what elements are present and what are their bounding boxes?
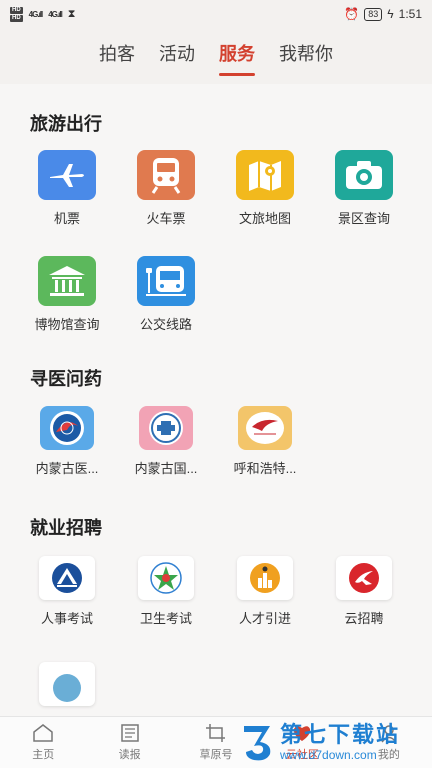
service-talent[interactable]: 人才引进 [215,556,315,627]
tab-help[interactable]: 我帮你 [279,40,333,72]
tab-activity[interactable]: 活动 [159,40,195,72]
service-map[interactable]: 文旅地图 [215,150,315,227]
service-map-label: 文旅地图 [238,211,291,226]
section-title-medical: 寻医问药 [30,369,102,389]
hospital-logo-3-icon [238,406,292,450]
services-content: 旅游出行 机票 火车票 文旅地图 景区查询 博物馆查询 公交线路 寻医问药 内蒙… [0,84,432,716]
nav-home[interactable]: 主页 [0,717,86,768]
service-museum[interactable]: 博物馆查询 [17,256,117,333]
alarm-icon: ⏰ [344,7,360,21]
status-bar: HD HD 4G.ıll 4G.ıll ⧗ ⏰ 83 ϟ 1:51 [0,0,432,28]
nav-newspaper[interactable]: 读报 [86,717,172,768]
top-tab-bar: 拍客 活动 服务 我帮你 [0,28,432,84]
signal-icon-2: 4G.ıll [48,9,63,19]
section-title-travel: 旅游出行 [30,114,102,134]
status-right: ⏰ 83 ϟ 1:51 [344,7,422,21]
nav-newspaper-label: 读报 [118,749,141,761]
service-hospital-2[interactable]: 内蒙古国... [116,406,216,477]
service-health-exam-label: 卫生考试 [139,611,192,626]
hospital-logo-2-icon [139,406,193,450]
hospital-logo-1-icon [40,406,94,450]
service-scenic-label: 景区查询 [337,211,390,226]
service-partial-next[interactable] [17,662,117,706]
service-bus[interactable]: 公交线路 [116,256,216,333]
community-icon [294,726,311,741]
tab-service[interactable]: 服务 [219,40,255,76]
charging-icon: ϟ [387,7,394,21]
tab-paike[interactable]: 拍客 [99,40,135,72]
service-hospital-1-label: 内蒙古医... [35,461,99,476]
hourglass-icon: ⧗ [67,7,76,20]
service-cloud-recruit[interactable]: 云招聘 [314,556,414,627]
service-cloud-recruit-label: 云招聘 [344,611,384,626]
clock: 1:51 [398,7,422,21]
battery-indicator: 83 [364,7,383,21]
talent-logo-icon [237,556,293,600]
map-icon [236,150,294,200]
service-personnel-exam[interactable]: 人事考试 [17,556,117,627]
service-health-exam[interactable]: 卫生考试 [116,556,216,627]
nav-grassland[interactable]: 草原号 [173,717,259,768]
nav-profile-label: 我的 [377,749,400,761]
nav-community[interactable]: 云社区 [259,717,345,768]
service-flight-label: 机票 [53,211,80,226]
exam-logo-icon [39,556,95,600]
service-train-label: 火车票 [146,211,186,226]
service-hospital-1[interactable]: 内蒙古医... [17,406,117,477]
service-train[interactable]: 火车票 [116,150,216,227]
health-exam-logo-icon [138,556,194,600]
service-bus-label: 公交线路 [139,317,192,332]
service-hospital-3-label: 呼和浩特... [233,461,297,476]
camera-icon [335,150,393,200]
nav-community-label: 云社区 [285,749,319,761]
service-hospital-2-label: 内蒙古国... [134,461,198,476]
service-hospital-3[interactable]: 呼和浩特... [215,406,315,477]
partial-logo-icon [39,662,95,706]
home-icon [33,724,53,742]
bus-icon [137,256,195,306]
service-flight[interactable]: 机票 [17,150,117,227]
service-museum-label: 博物馆查询 [34,317,100,332]
newspaper-icon [120,724,139,742]
service-scenic[interactable]: 景区查询 [314,150,414,227]
service-personnel-exam-label: 人事考试 [40,611,93,626]
nav-home-label: 主页 [32,749,55,761]
hd-badges: HD HD [10,6,23,22]
cloud-recruit-logo-icon [336,556,392,600]
nav-grassland-label: 草原号 [199,749,233,761]
train-icon [137,150,195,200]
status-left: HD HD 4G.ıll 4G.ıll ⧗ [10,6,76,22]
signal-icon-1: 4G.ıll [28,9,44,19]
bottom-nav: 主页 读报 草原号 云社区 我的 [0,716,432,768]
crop-icon [206,724,226,742]
section-title-jobs: 就业招聘 [30,518,102,538]
museum-icon [38,256,96,306]
service-talent-label: 人才引进 [238,611,291,626]
airplane-icon [38,150,96,200]
profile-icon [381,725,397,743]
nav-profile[interactable]: 我的 [346,717,432,768]
